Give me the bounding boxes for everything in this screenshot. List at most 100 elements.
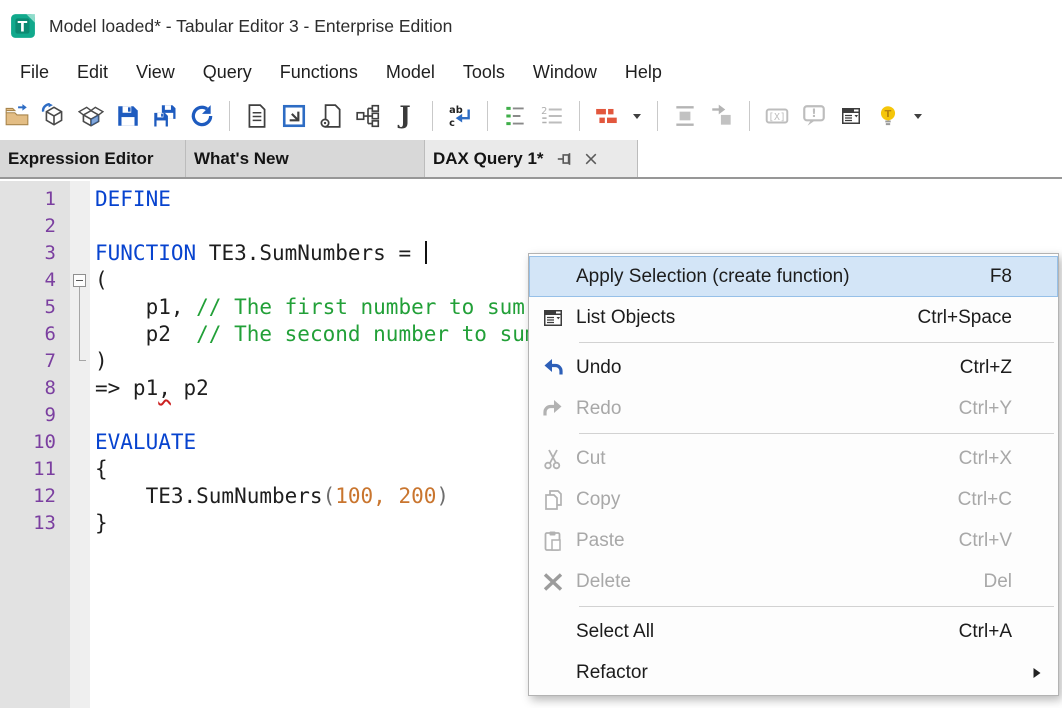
line-number: 12 [33,483,56,510]
menu-bar: FileEditViewQueryFunctionsModelToolsWind… [0,52,1062,92]
open-model-button[interactable] [76,100,106,132]
line-number: 3 [45,240,56,267]
redo-icon [529,397,576,421]
toolbar-separator [487,101,488,131]
menubar-item-help[interactable]: Help [611,58,676,87]
menu-item-cut[interactable]: Cut Ctrl+X [529,438,1058,479]
code-token: TE3.SumNumbers = [196,241,424,265]
new-script-button[interactable] [242,100,272,132]
menu-shortcut: Ctrl+Y [959,398,1012,420]
menu-item-delete[interactable]: DeleteDel [529,561,1058,602]
menu-item-copy[interactable]: CopyCtrl+C [529,479,1058,520]
menu-item-refactor[interactable]: Refactor [529,652,1058,693]
pin-window-button[interactable] [279,100,309,132]
deploy-model-icon [41,103,67,129]
delete-icon [529,570,576,594]
hint-bubble-button[interactable]: ! [799,100,829,132]
menu-item-select-all[interactable]: Select AllCtrl+A [529,611,1058,652]
menu-item-label: Cut [576,448,606,470]
collapse-regions-button[interactable] [670,100,700,132]
line-number-gutter: 12345678910111213 [0,181,70,708]
tab-expression-editor[interactable]: Expression Editor [0,140,186,177]
new-query-button[interactable] [316,100,346,132]
code-line-1: DEFINE [95,186,1062,213]
line-number: 13 [33,510,56,537]
menubar-item-functions[interactable]: Functions [266,58,372,87]
menu-shortcut: F8 [990,266,1012,288]
document-tab-bar: Expression EditorWhat's New DAX Query 1* [0,140,1062,179]
menu-item-redo[interactable]: RedoCtrl+Y [529,388,1058,429]
cut-icon [529,447,576,471]
menu-shortcut: Ctrl+Space [917,307,1012,329]
pin-icon[interactable] [556,150,574,168]
dax-script-icon: J [392,103,418,129]
open-model-icon [78,103,104,129]
fold-guide [79,287,86,361]
menu-item-undo[interactable]: UndoCtrl+Z [529,347,1058,388]
title-bar: T Model loaded* - Tabular Editor 3 - Ent… [0,0,1062,52]
keyword-token: FUNCTION [95,241,196,265]
undo-icon [529,356,576,380]
deploy-model-button[interactable] [39,100,69,132]
format-indent-button[interactable] [500,100,530,132]
goto-block-button[interactable] [707,100,737,132]
menubar-item-tools[interactable]: Tools [449,58,519,87]
menubar-item-file[interactable]: File [6,58,63,87]
toolbar-separator [657,101,658,131]
refresh-model-button[interactable] [187,100,217,132]
menubar-item-query[interactable]: Query [189,58,266,87]
tab-what-s-new[interactable]: What's New [186,140,425,177]
format-numbered-button[interactable]: 2 [537,100,567,132]
code-token: => p1 [95,376,158,400]
menubar-item-model[interactable]: Model [372,58,449,87]
save-button[interactable] [113,100,143,132]
model-hierarchy-button[interactable] [353,100,383,132]
menu-item-list-objects[interactable]: List Objects Ctrl+Space [529,297,1058,338]
line-number: 5 [45,294,56,321]
list-objects-button[interactable] [836,100,866,132]
code-token: TE3.SumNumbers [95,484,323,508]
menu-item-paste[interactable]: PasteCtrl+V [529,520,1058,561]
model-hierarchy-icon [355,103,381,129]
menubar-item-window[interactable]: Window [519,58,611,87]
menu-item-label: Refactor [576,662,648,684]
svg-text:T: T [18,19,28,35]
tab-label: DAX Query 1* [433,149,544,169]
comment-token: // The first number to sum [196,295,525,319]
menu-item-label: List Objects [576,307,675,329]
toolbar-separator [229,101,230,131]
code-token: ( [95,268,108,292]
dropdown-caret-icon [631,110,643,122]
menubar-item-edit[interactable]: Edit [63,58,122,87]
line-number: 1 [45,186,56,213]
text-cursor [425,241,427,264]
save-icon [115,103,141,129]
menu-shortcut: Del [983,571,1012,593]
line-number: 7 [45,348,56,375]
tab-dax-query-1[interactable]: DAX Query 1* [425,140,638,177]
dropdown-caret-button[interactable] [910,100,926,132]
code-line-2 [95,213,1062,240]
fold-toggle[interactable] [73,274,86,287]
menu-shortcut: Ctrl+X [959,448,1012,470]
dax-script-button[interactable]: J [390,100,420,132]
debug-blocks-button[interactable] [592,100,622,132]
menubar-item-view[interactable]: View [122,58,189,87]
menu-item-apply-selection-create-function[interactable]: Apply Selection (create function)F8 [529,256,1058,297]
open-file-button[interactable] [2,100,32,132]
save-all-button[interactable] [150,100,180,132]
dropdown-caret-button[interactable] [629,100,645,132]
svg-text:c: c [449,118,455,129]
format-numbered-icon: 2 [539,103,565,129]
close-icon[interactable] [583,151,599,167]
line-number: 2 [45,213,56,240]
menu-item-label: Copy [576,489,620,511]
lightbulb-button[interactable]: T [873,100,903,132]
word-wrap-button[interactable]: ab c [445,100,475,132]
svg-text:ab: ab [449,105,463,116]
code-token: ) [95,349,108,373]
code-box-button[interactable]: [X] [762,100,792,132]
line-number: 9 [45,402,56,429]
number-token: 200 [398,484,436,508]
code-folding-margin [70,181,90,708]
